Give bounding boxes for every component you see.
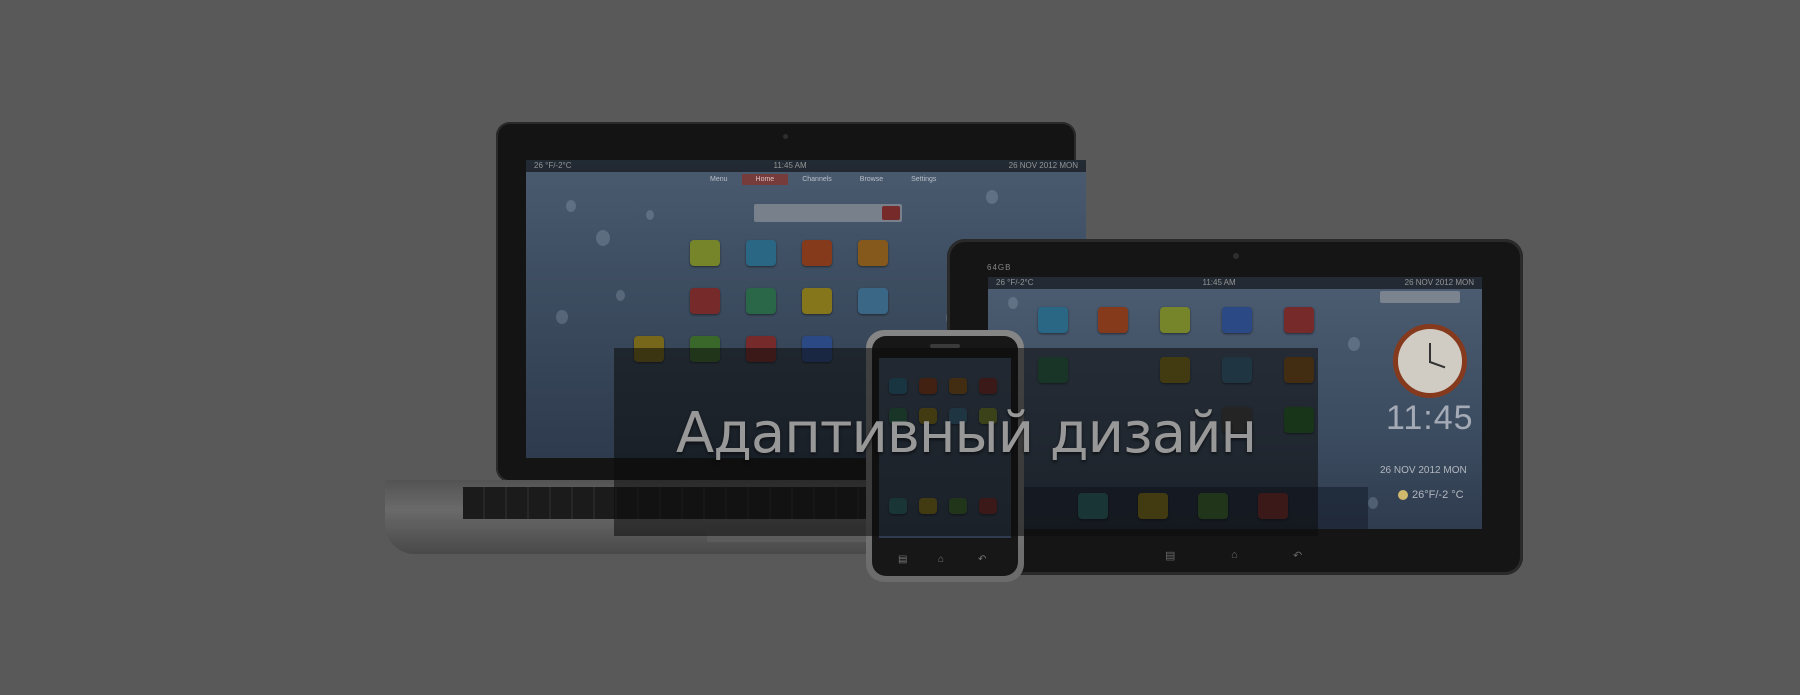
tablet-status-date: 26 NOV 2012 MON <box>1404 278 1474 287</box>
recent-apps-icon: ▤ <box>898 554 908 565</box>
tablet-app-icon <box>1160 307 1190 333</box>
clock-minute-hand <box>1429 361 1446 369</box>
home-icon: ⌂ <box>1231 549 1238 561</box>
clock-widget <box>1393 324 1467 398</box>
tablet-temperature: 26°F/-2 °C <box>1398 489 1464 501</box>
laptop-camera <box>783 134 788 139</box>
tablet-camera <box>1233 253 1239 259</box>
back-icon: ↶ <box>978 554 987 565</box>
hero-banner: 26 °F/-2°C 11:45 AM 26 NOV 2012 MON Menu… <box>0 0 1800 695</box>
tablet-app-icon <box>1098 307 1128 333</box>
back-icon: ↶ <box>1293 550 1303 562</box>
tablet-status-bar: 26 °F/-2°C 11:45 AM 26 NOV 2012 MON <box>988 277 1482 289</box>
title-banner: Адаптивный дизайн <box>614 348 1318 536</box>
tablet-temperature-value: 26°F/-2 °C <box>1412 489 1464 501</box>
laptop-app-icon <box>746 288 776 314</box>
laptop-menu-bar: Menu Home Channels Browse Settings <box>696 174 950 185</box>
laptop-menu-item: Menu <box>710 176 728 183</box>
laptop-app-icon <box>802 240 832 266</box>
laptop-app-icon <box>690 240 720 266</box>
recent-apps-icon: ▤ <box>1165 550 1176 562</box>
laptop-status-weather: 26 °F/-2°C <box>534 161 572 170</box>
water-drop <box>556 310 568 324</box>
sun-icon <box>1398 490 1408 501</box>
water-drop <box>616 290 625 301</box>
laptop-search-bar <box>754 204 902 222</box>
laptop-app-icon <box>690 288 720 314</box>
laptop-menu-item: Settings <box>911 176 937 183</box>
tablet-brand-label: 64GB <box>987 263 1012 272</box>
laptop-menu-item: Channels <box>802 176 832 183</box>
tablet-status-weather: 26 °F/-2°C <box>996 278 1034 287</box>
laptop-menu-item-active: Home <box>741 174 789 185</box>
water-drop <box>566 200 576 212</box>
banner-title: Адаптивный дизайн <box>675 401 1257 466</box>
laptop-app-icon <box>802 288 832 314</box>
water-drop <box>596 230 610 246</box>
tablet-search-bar <box>1380 291 1460 303</box>
tablet-app-icon <box>1284 307 1314 333</box>
water-drop <box>1008 297 1018 309</box>
water-drop <box>646 210 654 220</box>
laptop-status-bar: 26 °F/-2°C 11:45 AM 26 NOV 2012 MON <box>526 160 1086 172</box>
water-drop <box>986 190 998 204</box>
tablet-date-display: 26 NOV 2012 MON <box>1380 465 1467 476</box>
water-drop <box>1368 497 1378 509</box>
laptop-menu-item: Browse <box>859 176 884 183</box>
laptop-status-time: 11:45 AM <box>773 161 807 170</box>
laptop-app-icon <box>858 240 888 266</box>
home-icon: ⌂ <box>938 554 945 565</box>
tablet-app-icon <box>1038 307 1068 333</box>
tablet-app-icon <box>1222 307 1252 333</box>
laptop-search-button <box>882 206 900 220</box>
laptop-app-icon <box>858 288 888 314</box>
laptop-app-icon <box>746 240 776 266</box>
tablet-time-display: 11:45 <box>1386 399 1474 437</box>
laptop-status-date: 26 NOV 2012 MON <box>1008 161 1078 170</box>
tablet-status-time: 11:45 AM <box>1202 278 1236 287</box>
water-drop <box>1348 337 1360 351</box>
